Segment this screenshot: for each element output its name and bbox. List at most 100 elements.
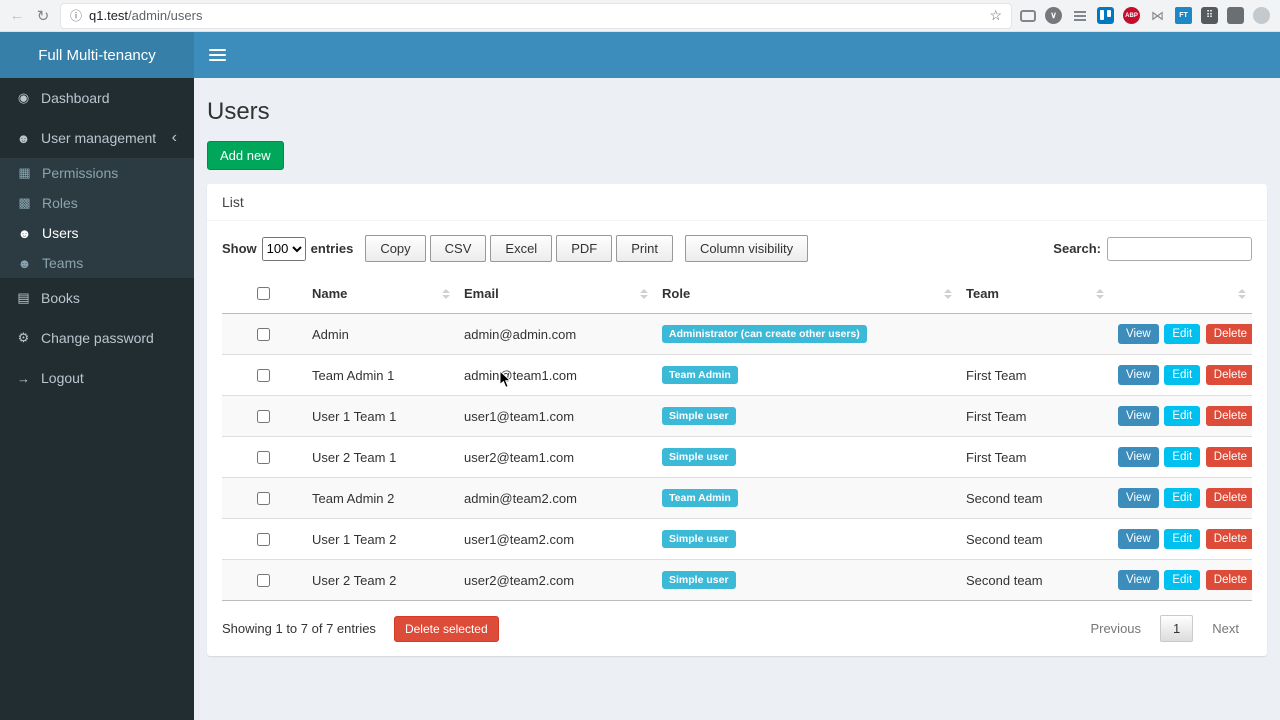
sidebar-item-dashboard[interactable]: ◉ Dashboard <box>0 78 194 118</box>
page-length-control: Show 100 entries <box>222 236 354 261</box>
adblock-icon[interactable]: ABP <box>1123 7 1140 24</box>
bookmark-star-icon[interactable]: ☆ <box>989 7 1002 24</box>
delete-button[interactable]: Delete <box>1205 529 1252 549</box>
back-icon[interactable]: ← <box>8 7 26 24</box>
select-all-checkbox[interactable] <box>257 287 270 300</box>
edit-button[interactable]: Edit <box>1164 324 1201 344</box>
trello-icon[interactable] <box>1097 7 1114 24</box>
view-button[interactable]: View <box>1118 406 1159 426</box>
row-checkbox[interactable] <box>257 491 270 505</box>
sidebar-item-logout[interactable]: → Logout <box>0 358 194 398</box>
page-length-select[interactable]: 100 <box>261 236 306 261</box>
edit-button[interactable]: Edit <box>1164 570 1201 590</box>
sort-icon[interactable] <box>1238 288 1246 299</box>
pdf-button[interactable]: PDF <box>556 235 613 262</box>
user-icon: ☻ <box>17 225 32 241</box>
delete-selected-button[interactable]: Delete selected <box>393 615 499 642</box>
layers-icon[interactable] <box>1071 7 1088 24</box>
sort-icon[interactable] <box>640 288 648 299</box>
view-button[interactable]: View <box>1118 570 1159 590</box>
column-header-email[interactable]: Email <box>456 274 654 314</box>
copy-button[interactable]: Copy <box>365 235 426 262</box>
entries-label: entries <box>310 241 354 256</box>
list-card: List Show 100 entries Copy CSV Excel PDF… <box>207 184 1267 656</box>
book-icon: ▤ <box>17 290 30 305</box>
row-checkbox[interactable] <box>257 409 270 423</box>
cell-email: user2@team2.com <box>456 559 654 601</box>
delete-button[interactable]: Delete <box>1205 447 1252 467</box>
export-buttons: Copy CSV Excel PDF Print Column visibili… <box>365 235 809 262</box>
snip-icon[interactable]: ⋈ <box>1149 7 1166 24</box>
browser-toolbar: ← ↻ ⓘ q1.test/admin/users ☆ ∨ ABP ⋈ FT ⠿ <box>0 0 1280 32</box>
datatable-footer: Showing 1 to 7 of 7 entries Delete selec… <box>222 615 1252 642</box>
edit-button[interactable]: Edit <box>1164 365 1201 385</box>
column-label: Team <box>966 286 999 301</box>
delete-button[interactable]: Delete <box>1205 570 1252 590</box>
view-button[interactable]: View <box>1118 529 1159 549</box>
sidebar-item-teams[interactable]: ☻ Teams <box>0 248 194 278</box>
address-bar[interactable]: ⓘ q1.test/admin/users ☆ <box>60 2 1012 29</box>
view-button[interactable]: View <box>1118 447 1159 467</box>
excel-button[interactable]: Excel <box>490 235 553 262</box>
page-info-icon[interactable]: ⓘ <box>70 7 82 24</box>
view-button[interactable]: View <box>1118 365 1159 385</box>
column-header-name[interactable]: Name <box>304 274 456 314</box>
refresh-icon[interactable]: ↻ <box>34 7 52 25</box>
role-badge: Team Admin <box>662 366 738 384</box>
sidebar-item-roles[interactable]: ▩ Roles <box>0 188 194 218</box>
sidebar-toggle-icon[interactable] <box>209 49 226 61</box>
cell-email: admin@team1.com <box>456 354 654 396</box>
sort-icon[interactable] <box>944 288 952 299</box>
column-header-actions[interactable] <box>1110 274 1252 314</box>
next-page-button[interactable]: Next <box>1199 616 1252 641</box>
delete-button[interactable]: Delete <box>1205 324 1252 344</box>
sort-icon[interactable] <box>1096 288 1104 299</box>
delete-button[interactable]: Delete <box>1205 406 1252 426</box>
edit-button[interactable]: Edit <box>1164 488 1201 508</box>
row-checkbox[interactable] <box>257 532 270 546</box>
role-badge: Administrator (can create other users) <box>662 325 867 343</box>
permissions-icon: ▦ <box>18 165 31 180</box>
browser-profile-icon[interactable] <box>1253 7 1270 24</box>
pagination: Previous 1 Next <box>1077 615 1252 642</box>
search-input[interactable] <box>1107 236 1252 261</box>
view-button[interactable]: View <box>1118 488 1159 508</box>
sidebar-item-books[interactable]: ▤ Books <box>0 278 194 318</box>
edit-button[interactable]: Edit <box>1164 529 1201 549</box>
sidebar-item-user-management[interactable]: ☻ User management ‹ <box>0 118 194 158</box>
cell-name: User 1 Team 2 <box>304 518 456 560</box>
cell-email: user2@team1.com <box>456 436 654 478</box>
row-checkbox[interactable] <box>257 327 270 341</box>
column-visibility-button[interactable]: Column visibility <box>684 235 809 262</box>
previous-page-button[interactable]: Previous <box>1077 616 1154 641</box>
dots-grid-icon[interactable]: ⠿ <box>1201 7 1218 24</box>
pocket-icon[interactable]: ∨ <box>1045 7 1062 24</box>
sort-icon[interactable] <box>442 288 450 299</box>
cast-icon[interactable] <box>1020 9 1036 22</box>
sidebar-item-change-password[interactable]: ⚙ Change password <box>0 318 194 358</box>
column-label: Name <box>312 286 348 301</box>
delete-button[interactable]: Delete <box>1205 488 1252 508</box>
search-control: Search: <box>1053 236 1252 261</box>
cell-team: First Team <box>958 354 1110 396</box>
column-header-team[interactable]: Team <box>958 274 1110 314</box>
page-1-button[interactable]: 1 <box>1160 615 1194 642</box>
sidebar-item-users[interactable]: ☻ Users <box>0 218 194 248</box>
brand-logo[interactable]: Full Multi-tenancy <box>0 32 194 78</box>
extension-square-icon[interactable] <box>1227 7 1244 24</box>
view-button[interactable]: View <box>1118 324 1159 344</box>
row-checkbox[interactable] <box>257 450 270 464</box>
delete-button[interactable]: Delete <box>1205 365 1252 385</box>
add-new-button[interactable]: Add new <box>207 141 284 170</box>
edit-button[interactable]: Edit <box>1164 406 1201 426</box>
sidebar-item-permissions[interactable]: ▦ Permissions <box>0 158 194 188</box>
app-header: Full Multi-tenancy <box>0 32 1280 78</box>
print-button[interactable]: Print <box>616 235 673 262</box>
column-header-role[interactable]: Role <box>654 274 958 314</box>
edit-button[interactable]: Edit <box>1164 447 1201 467</box>
csv-button[interactable]: CSV <box>429 235 487 262</box>
ft-extension-icon[interactable]: FT <box>1175 7 1192 24</box>
row-checkbox[interactable] <box>257 368 270 382</box>
table-row: User 1 Team 2 user1@team2.com Simple use… <box>222 518 1252 560</box>
row-checkbox[interactable] <box>257 573 270 587</box>
